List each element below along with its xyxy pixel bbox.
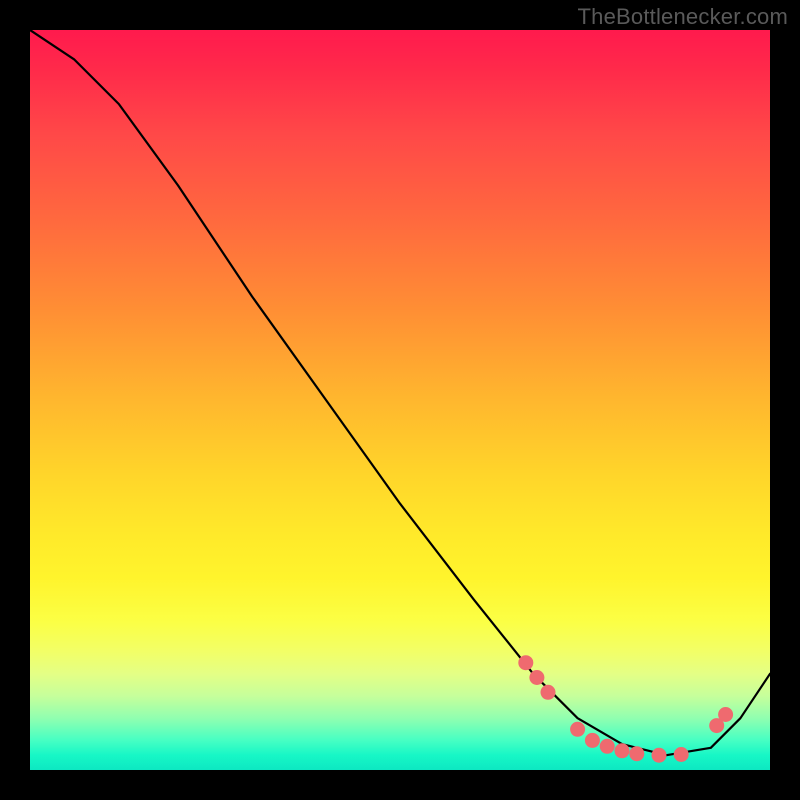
chart-svg xyxy=(30,30,770,770)
chart-frame: TheBottlenecker.com xyxy=(0,0,800,800)
highlight-dots xyxy=(518,655,733,763)
highlight-dot xyxy=(629,746,644,761)
watermark-text: TheBottlenecker.com xyxy=(578,4,788,30)
highlight-dot xyxy=(652,748,667,763)
highlight-dot xyxy=(615,743,630,758)
highlight-dot xyxy=(541,685,556,700)
highlight-dot xyxy=(518,655,533,670)
bottleneck-curve xyxy=(30,30,770,755)
plot-area xyxy=(30,30,770,770)
highlight-dot xyxy=(674,747,689,762)
highlight-dot xyxy=(570,722,585,737)
highlight-dot xyxy=(600,739,615,754)
highlight-dot xyxy=(585,733,600,748)
highlight-dot xyxy=(718,707,733,722)
highlight-dot xyxy=(529,670,544,685)
